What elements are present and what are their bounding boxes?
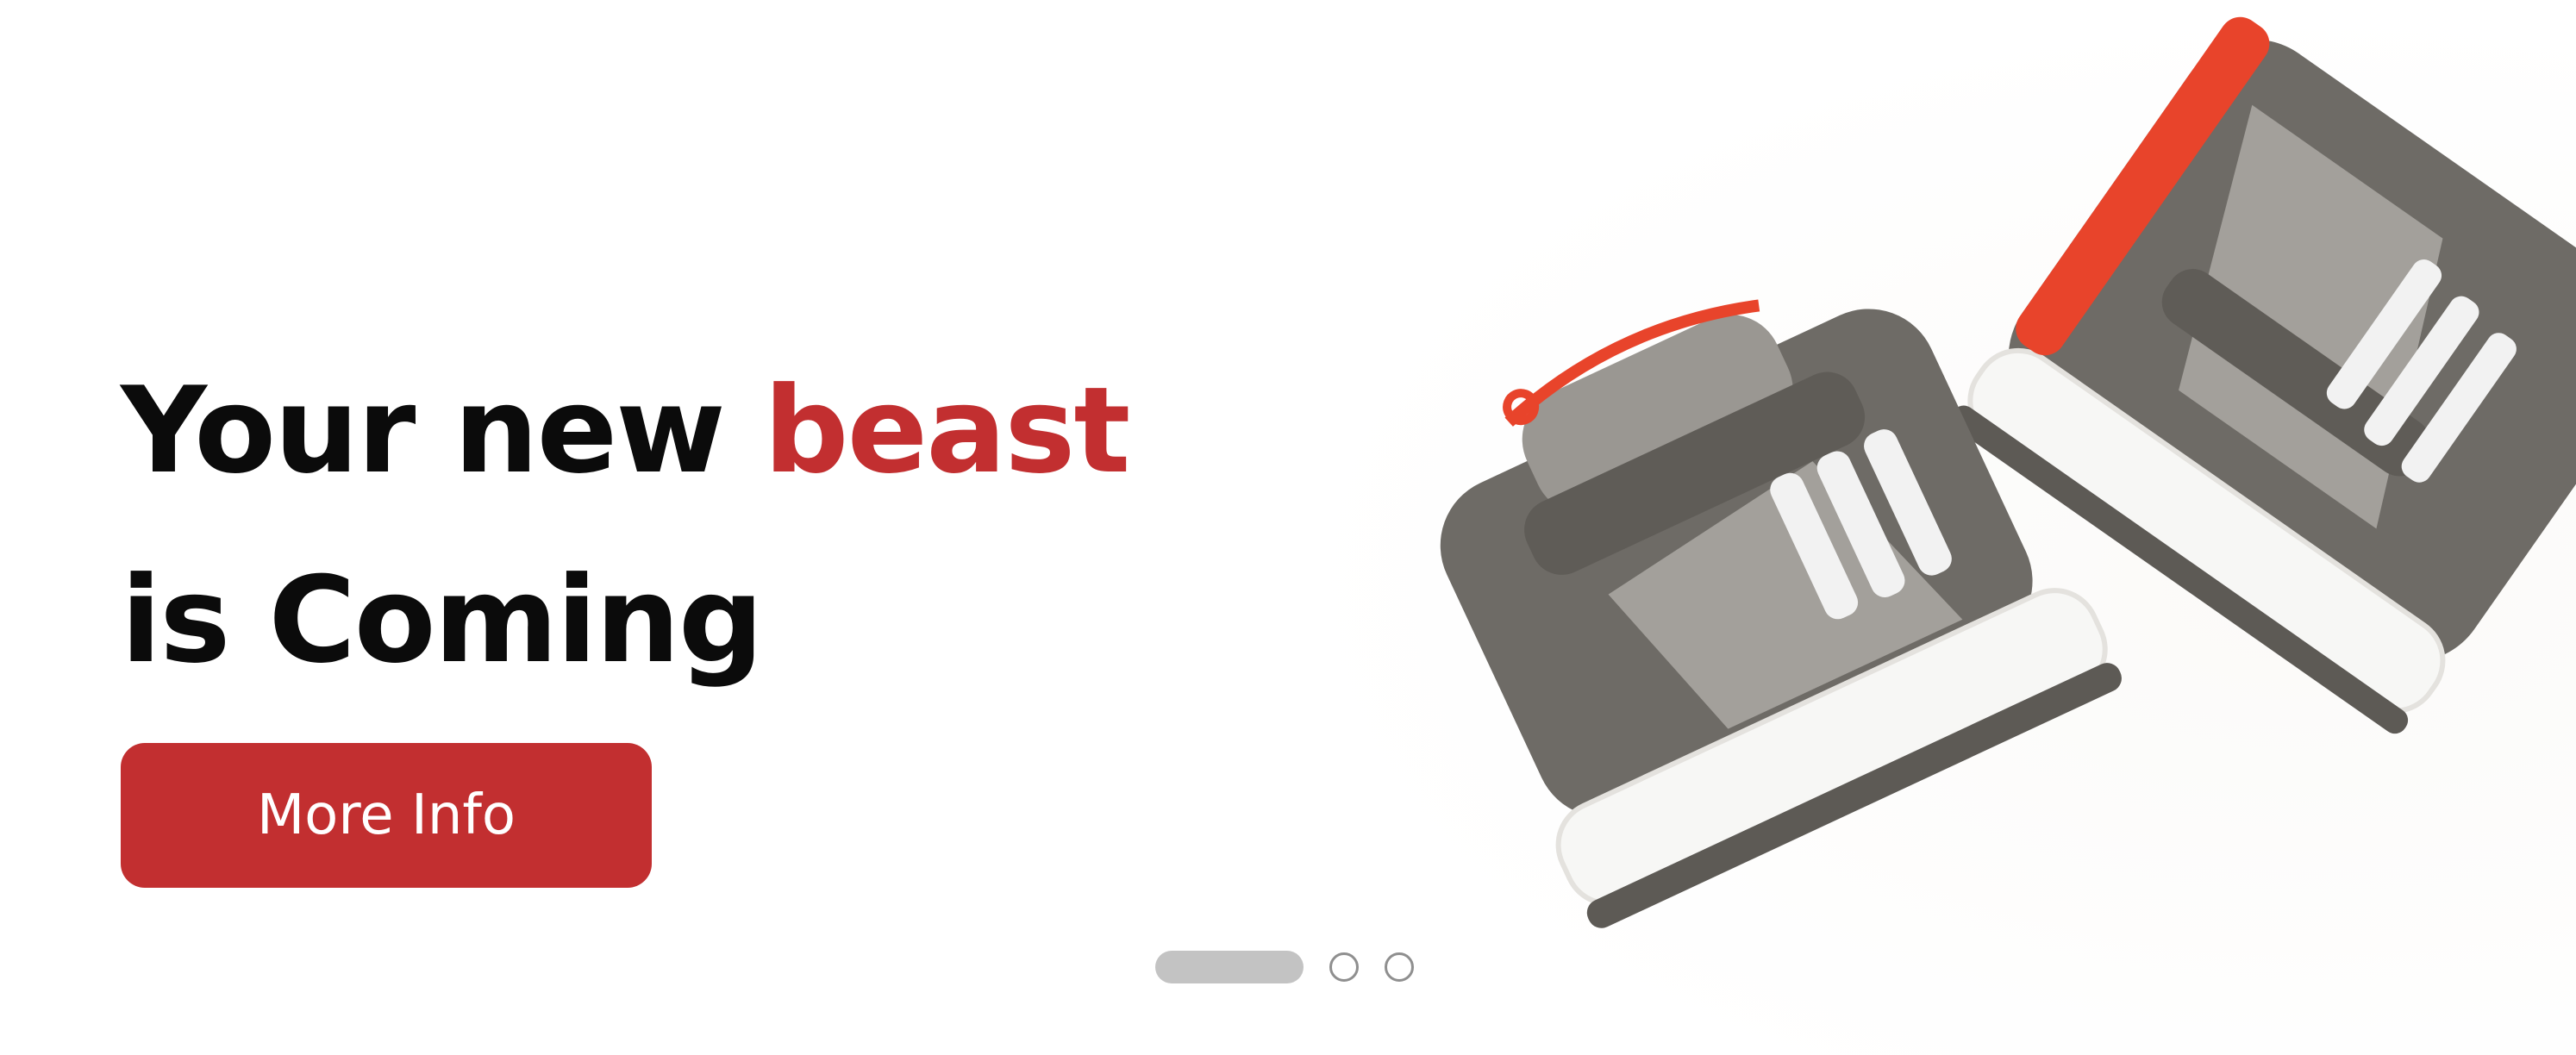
more-info-button[interactable]: More Info — [121, 743, 652, 888]
carousel-dot[interactable] — [1329, 952, 1359, 982]
headline-text: Your new — [121, 361, 764, 500]
sneakers-image — [1440, 16, 2576, 928]
hero-headline: Your new beast is Coming — [121, 336, 1131, 715]
hero-banner: Your new beast is Coming More Info — [0, 0, 2576, 1055]
headline-accent-word: beast — [763, 361, 1131, 500]
headline-line-2: is Coming — [121, 551, 764, 690]
carousel-dot-active[interactable] — [1155, 951, 1304, 983]
carousel-dot[interactable] — [1385, 952, 1414, 982]
carousel-pagination — [1155, 950, 1414, 984]
